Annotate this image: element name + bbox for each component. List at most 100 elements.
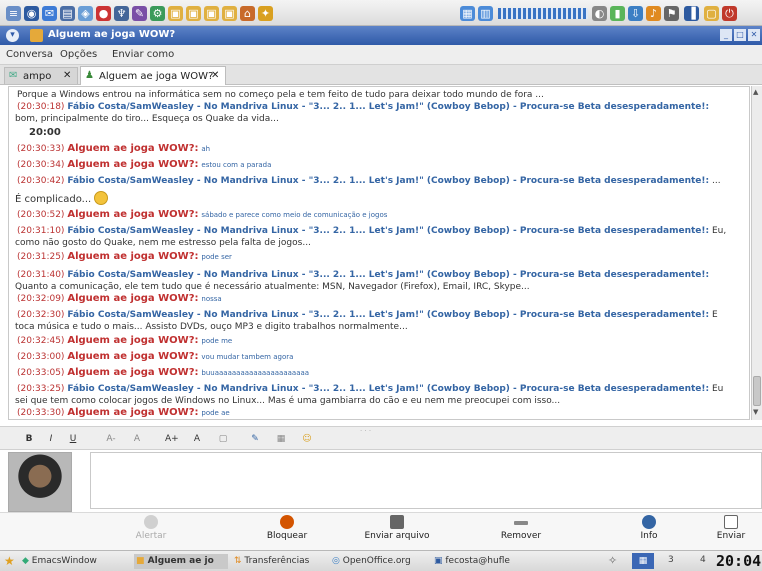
sender-name: Fábio Costa/SamWeasley - No Mandriva Lin… xyxy=(67,226,710,236)
editor-icon[interactable]: ✎ xyxy=(132,6,147,21)
sender-name: Alguem ae joga WOW?: xyxy=(67,367,199,378)
taskbar-label: Alguem ae jo xyxy=(147,556,214,566)
transfer-icon: ⇅ xyxy=(234,556,242,566)
send-file-button[interactable]: Enviar arquivo xyxy=(352,515,442,541)
folder-icon-4[interactable]: ▣ xyxy=(222,6,237,21)
info-icon xyxy=(642,515,656,529)
conversation-log[interactable]: Porque a Windows entrou na informática s… xyxy=(8,86,750,420)
update-icon[interactable]: ⇩ xyxy=(628,6,643,21)
message-text: estou com a parada xyxy=(201,161,272,169)
scrollbar-thumb[interactable] xyxy=(753,376,761,406)
maximize-button[interactable]: □ xyxy=(734,29,746,41)
network-monitor-icon[interactable]: ▥ xyxy=(478,6,493,21)
timestamp: (20:30:42) xyxy=(17,176,65,186)
menu-opcoes[interactable]: Opções xyxy=(60,49,97,60)
sender-name: Alguem ae joga WOW?: xyxy=(67,209,199,220)
timestamp: (20:31:10) xyxy=(17,226,65,236)
tab-close-icon[interactable]: ✕ xyxy=(211,70,219,81)
tab-alguem-ae-joga-wow[interactable]: ♟ Alguem ae joga WOW? ✕ xyxy=(80,66,226,85)
folder-icon-2[interactable]: ▣ xyxy=(186,6,201,21)
message-row: É complicado... xyxy=(15,191,735,206)
chat-icon[interactable]: ◈ xyxy=(78,6,93,21)
message-text: E xyxy=(712,310,718,320)
workspace-number[interactable]: 3 xyxy=(668,555,674,565)
taskbar-item-active[interactable]: ■ Alguem ae jo xyxy=(134,554,228,569)
email-icon[interactable]: ✉ xyxy=(42,6,57,21)
block-button[interactable]: Bloquear xyxy=(242,515,332,541)
underline-button[interactable]: U xyxy=(66,431,80,445)
font-color-button[interactable]: A xyxy=(190,431,204,445)
taskbar-item[interactable]: ▣ fecosta@hufle xyxy=(434,554,524,569)
message-text: Eu, xyxy=(712,226,727,236)
launcher-icon[interactable]: ⌂ xyxy=(240,6,255,21)
message-row: (20:31:10) Fábio Costa/SamWeasley - No M… xyxy=(17,225,737,237)
background-color-button[interactable]: ▢ xyxy=(216,431,230,445)
decrease-font-button[interactable]: A- xyxy=(104,431,118,445)
tab-label: ampo xyxy=(23,71,52,82)
tab-close-icon[interactable]: ✕ xyxy=(63,70,71,81)
notify-icon[interactable]: ♪ xyxy=(646,6,661,21)
workspace-switcher-icon[interactable]: ▦ xyxy=(632,553,654,569)
browser-icon[interactable]: ◉ xyxy=(24,6,39,21)
settings-icon[interactable]: ⚙ xyxy=(150,6,165,21)
send-button[interactable]: Enviar xyxy=(700,515,762,541)
taskbar-item[interactable]: ◆ EmacsWindow xyxy=(22,554,134,569)
insert-image-button[interactable]: ▦ xyxy=(274,431,288,445)
insert-link-button[interactable]: ✎ xyxy=(248,431,262,445)
power-icon[interactable]: ⏻ xyxy=(722,6,737,21)
window-menu-icon[interactable]: ▾ xyxy=(6,29,19,42)
close-button[interactable]: ✕ xyxy=(748,29,760,41)
tab-label: Alguem ae joga WOW? xyxy=(99,71,214,82)
network-icon[interactable]: ♆ xyxy=(114,6,129,21)
sender-name: Alguem ae joga WOW?: xyxy=(67,159,199,170)
info-button[interactable]: Info xyxy=(604,515,694,541)
bold-button[interactable]: B xyxy=(22,431,36,445)
chat-scrollbar[interactable]: ▲ ▼ xyxy=(751,86,762,420)
battery-icon: ▮ xyxy=(610,6,625,21)
menu-conversa[interactable]: Conversa xyxy=(6,49,53,60)
clipboard-icon[interactable]: ▦ xyxy=(460,6,475,21)
chat-window-icon: ■ xyxy=(136,556,145,566)
taskbar-label: Transferências xyxy=(244,556,310,566)
workspace-number[interactable]: 4 xyxy=(700,555,706,565)
minimize-button[interactable]: _ xyxy=(720,29,732,41)
italic-button[interactable]: I xyxy=(44,431,58,445)
menu-enviar-como[interactable]: Enviar como xyxy=(112,49,174,60)
extra-icon[interactable]: ✦ xyxy=(258,6,273,21)
media-icon[interactable]: ● xyxy=(96,6,111,21)
clock[interactable]: 20:04 xyxy=(716,552,761,570)
menu-icon[interactable]: ≡ xyxy=(6,6,21,21)
message-text: sábado e parece como meio de comunicação… xyxy=(201,211,388,219)
scroll-up-icon[interactable]: ▲ xyxy=(753,88,758,96)
terminal-icon: ▣ xyxy=(434,556,443,566)
chat-window-icon xyxy=(30,29,43,42)
normal-font-button[interactable]: A xyxy=(130,431,144,445)
remove-button[interactable]: Remover xyxy=(476,515,566,541)
window-titlebar[interactable]: ▾ Alguem ae joga WOW? _ □ ✕ xyxy=(0,26,762,45)
wifi-icon[interactable]: ⚑ xyxy=(664,6,679,21)
smiley-button[interactable]: ☺ xyxy=(300,431,314,445)
action-label: Enviar arquivo xyxy=(364,531,430,541)
message-text: toca música e tudo o mais... Assisto DVD… xyxy=(15,322,408,332)
tab-campo[interactable]: ✉ ampo ✕ xyxy=(4,67,78,84)
tray-icon[interactable]: ✧ xyxy=(608,554,617,567)
message-input[interactable] xyxy=(90,452,762,509)
sender-name: Alguem ae joga WOW?: xyxy=(67,293,199,304)
volume-icon[interactable]: ◐ xyxy=(592,6,607,21)
scroll-down-icon[interactable]: ▼ xyxy=(753,408,758,416)
cpu-monitor xyxy=(498,8,588,19)
message-row: (20:30:33) Alguem ae joga WOW?: ah xyxy=(17,143,737,155)
increase-font-button[interactable]: A+ xyxy=(164,431,179,445)
folder-icon[interactable]: ▣ xyxy=(168,6,183,21)
workspace-icon[interactable]: ▐ xyxy=(684,6,699,21)
resize-grip[interactable]: · · · xyxy=(360,427,371,435)
taskbar-item[interactable]: ◎ OpenOffice.org xyxy=(332,554,430,569)
send-icon xyxy=(724,515,738,529)
sender-name: Alguem ae joga WOW?: xyxy=(67,407,199,418)
taskbar-item[interactable]: ⇅ Transferências xyxy=(234,554,330,569)
window-list-icon[interactable]: ▢ xyxy=(704,6,719,21)
folder-icon-3[interactable]: ▣ xyxy=(204,6,219,21)
show-desktop-icon[interactable]: ★ xyxy=(4,554,15,568)
alert-button[interactable]: Alertar xyxy=(106,515,196,541)
terminal-icon[interactable]: ▤ xyxy=(60,6,75,21)
